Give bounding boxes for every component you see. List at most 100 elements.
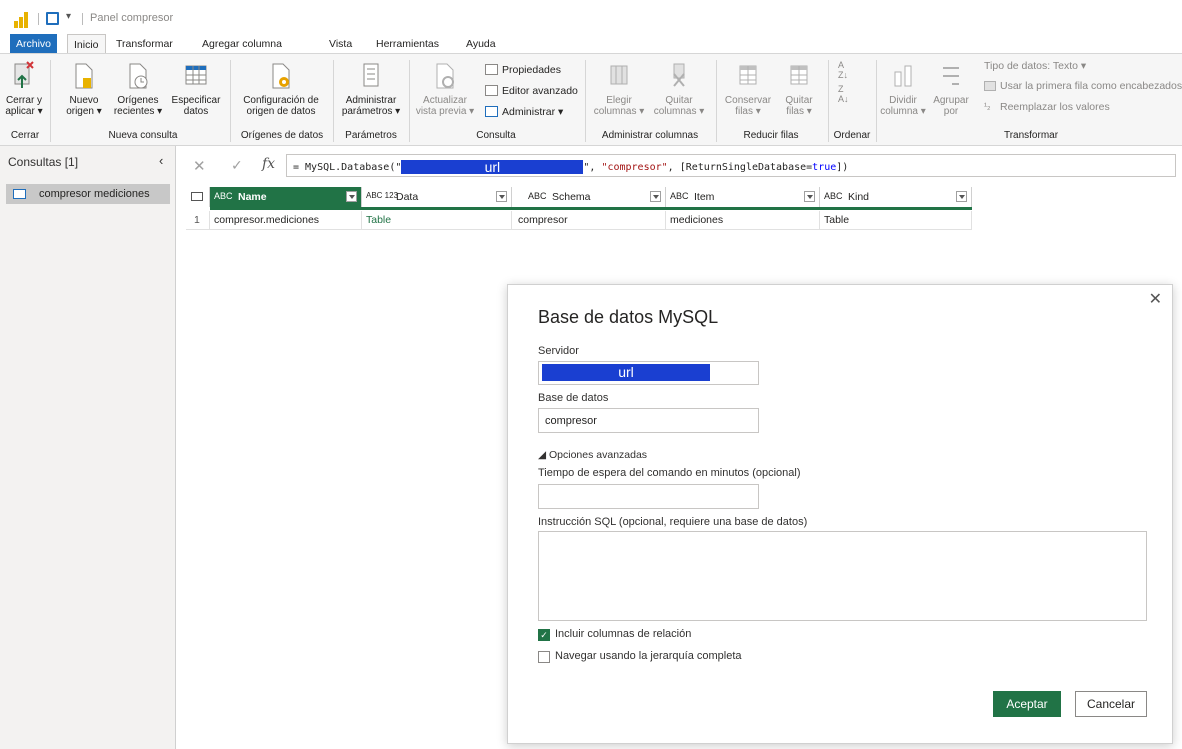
database-field[interactable]: compresor <box>538 408 759 433</box>
group-label-close: Cerrar <box>10 130 40 141</box>
table-cell[interactable]: Table <box>362 211 512 230</box>
table-menu-button[interactable] <box>186 187 210 207</box>
queries-panel: Consultas [1] ‹ compresor mediciones <box>0 146 176 749</box>
column-header-name[interactable]: ABC Name <box>210 187 362 207</box>
manage-label: Administrar ▾ <box>502 106 564 118</box>
column-label: Data <box>396 191 419 203</box>
close-apply-label-2: aplicar ▾ <box>5 106 43 117</box>
table-cell[interactable]: compresor.mediciones <box>210 211 362 230</box>
choose-cols-label-2: columnas ▾ <box>593 106 645 117</box>
sort-ascending-icon[interactable]: A Z↓ <box>838 60 848 80</box>
data-source-settings-icon <box>272 63 290 89</box>
quick-access-dropdown-icon[interactable]: ▾ <box>66 11 71 22</box>
table-cell[interactable]: Table <box>820 211 972 230</box>
server-field[interactable]: url <box>538 361 759 385</box>
properties-label: Propiedades <box>502 64 561 76</box>
include-relationship-checkbox[interactable]: ✓ <box>538 629 550 641</box>
manage-params-label-2: parámetros ▾ <box>341 106 401 117</box>
enter-data-button[interactable]: Especificar datos <box>168 60 224 117</box>
data-type-dropdown[interactable]: Tipo de datos: Texto ▾ <box>984 60 1086 72</box>
column-header-kind[interactable]: ABC Kind <box>820 187 972 207</box>
window-title: Panel compresor <box>90 12 174 24</box>
column-quality-bar <box>210 207 972 210</box>
ribbon-tabs: Archivo Inicio Transformar Agregar colum… <box>0 34 1182 54</box>
save-icon[interactable] <box>46 12 59 25</box>
choose-columns-button[interactable]: Elegir columnas ▾ <box>590 60 648 117</box>
tab-inicio[interactable]: Inicio <box>67 34 106 54</box>
remove-rows-button[interactable]: Quitar filas ▾ <box>776 60 822 117</box>
tab-herramientas[interactable]: Herramientas <box>370 34 445 54</box>
manage-parameters-button[interactable]: Administrar parámetros ▾ <box>338 60 404 117</box>
navigate-full-hierarchy-label: Navegar usando la jerarquía completa <box>555 650 742 662</box>
timeout-field[interactable] <box>538 484 759 509</box>
keep-rows-icon <box>739 65 757 85</box>
tab-vista[interactable]: Vista <box>323 34 358 54</box>
remove-cols-label-2: columnas ▾ <box>653 106 705 117</box>
split-col-label-2: columna ▾ <box>880 106 926 117</box>
table-header-icon <box>984 81 996 91</box>
navigate-full-hierarchy-checkbox[interactable] <box>538 651 550 663</box>
column-filter-icon[interactable] <box>804 191 815 202</box>
remove-columns-icon <box>673 63 685 87</box>
close-apply-button[interactable]: Cerrar y aplicar ▾ <box>4 60 44 117</box>
accept-button[interactable]: Aceptar <box>993 691 1061 717</box>
group-label-new-query: Nueva consulta <box>108 130 178 141</box>
type-icon: ABC <box>824 191 843 201</box>
column-label: Schema <box>552 191 591 203</box>
table-cell[interactable]: mediciones <box>666 211 820 230</box>
group-by-label-1: Agrupar <box>933 95 969 106</box>
formula-input[interactable]: = MySQL.Database(" url ", "compresor", [Re… <box>286 154 1176 177</box>
column-filter-icon[interactable] <box>650 191 661 202</box>
refresh-preview-button[interactable]: Actualizar vista previa ▾ <box>412 60 478 117</box>
ribbon-divider <box>409 60 410 142</box>
close-apply-label-1: Cerrar y <box>5 95 43 106</box>
column-header-data[interactable]: ABC 123 Data <box>362 187 512 207</box>
group-label-data-sources: Orígenes de datos <box>240 130 324 141</box>
replace-icon: ¹₂ <box>984 101 991 111</box>
query-item[interactable]: compresor mediciones <box>6 184 170 204</box>
cancel-formula-icon[interactable]: ✕ <box>193 157 206 175</box>
fx-icon[interactable]: fx <box>262 156 275 172</box>
tab-archivo[interactable]: Archivo <box>10 34 58 54</box>
new-source-icon <box>75 63 93 89</box>
recent-sources-button[interactable]: Orígenes recientes ▾ <box>112 60 164 117</box>
tab-agregar-columna[interactable]: Agregar columna <box>196 34 288 54</box>
column-header-schema[interactable]: ABC Schema <box>512 187 666 207</box>
group-by-button[interactable]: Agrupar por <box>930 60 972 117</box>
keep-rows-button[interactable]: Conservar filas ▾ <box>720 60 776 117</box>
sql-label: Instrucción SQL (opcional, requiere una … <box>538 516 808 528</box>
include-relationship-label: Incluir columnas de relación <box>555 628 692 640</box>
timeout-label: Tiempo de espera del comando en minutos … <box>538 467 801 479</box>
column-filter-icon[interactable] <box>346 191 357 202</box>
column-label: Item <box>694 191 715 203</box>
group-label-transform: Transformar <box>1003 130 1059 141</box>
column-filter-icon[interactable] <box>956 191 967 202</box>
cancel-button[interactable]: Cancelar <box>1075 691 1147 717</box>
column-header-item[interactable]: ABC Item <box>666 187 820 207</box>
sql-textarea[interactable] <box>538 531 1147 621</box>
advanced-options-toggle[interactable]: ◢ Opciones avanzadas <box>538 449 647 461</box>
advanced-editor-icon <box>485 85 498 96</box>
table-cell[interactable]: compresor <box>512 211 666 230</box>
commit-formula-icon[interactable]: ✓ <box>231 157 243 174</box>
split-column-button[interactable]: Dividir columna ▾ <box>880 60 926 117</box>
ribbon-divider <box>50 60 51 142</box>
sort-descending-icon[interactable]: Z A↓ <box>838 84 849 104</box>
formula-quote: ", <box>583 162 602 173</box>
group-label-sort: Ordenar <box>833 130 871 141</box>
collapse-panel-icon[interactable]: ‹ <box>159 153 163 168</box>
server-label: Servidor <box>538 345 579 357</box>
enter-data-icon <box>185 65 207 85</box>
new-source-button[interactable]: Nuevo origen ▾ <box>64 60 104 117</box>
close-icon[interactable]: ✕ <box>1149 289 1162 309</box>
tab-ayuda[interactable]: Ayuda <box>460 34 502 54</box>
data-source-settings-button[interactable]: Configuración de origen de datos <box>234 60 328 117</box>
remove-columns-button[interactable]: Quitar columnas ▾ <box>650 60 708 117</box>
column-expand-icon[interactable] <box>496 191 507 202</box>
type-icon: ABC 123 <box>366 191 399 200</box>
keep-rows-label-1: Conservar <box>724 95 772 106</box>
remove-rows-label-1: Quitar <box>785 95 813 106</box>
tab-transformar[interactable]: Transformar <box>110 34 179 54</box>
group-by-label-2: por <box>943 106 959 117</box>
recent-sources-label-2: recientes ▾ <box>113 106 163 117</box>
